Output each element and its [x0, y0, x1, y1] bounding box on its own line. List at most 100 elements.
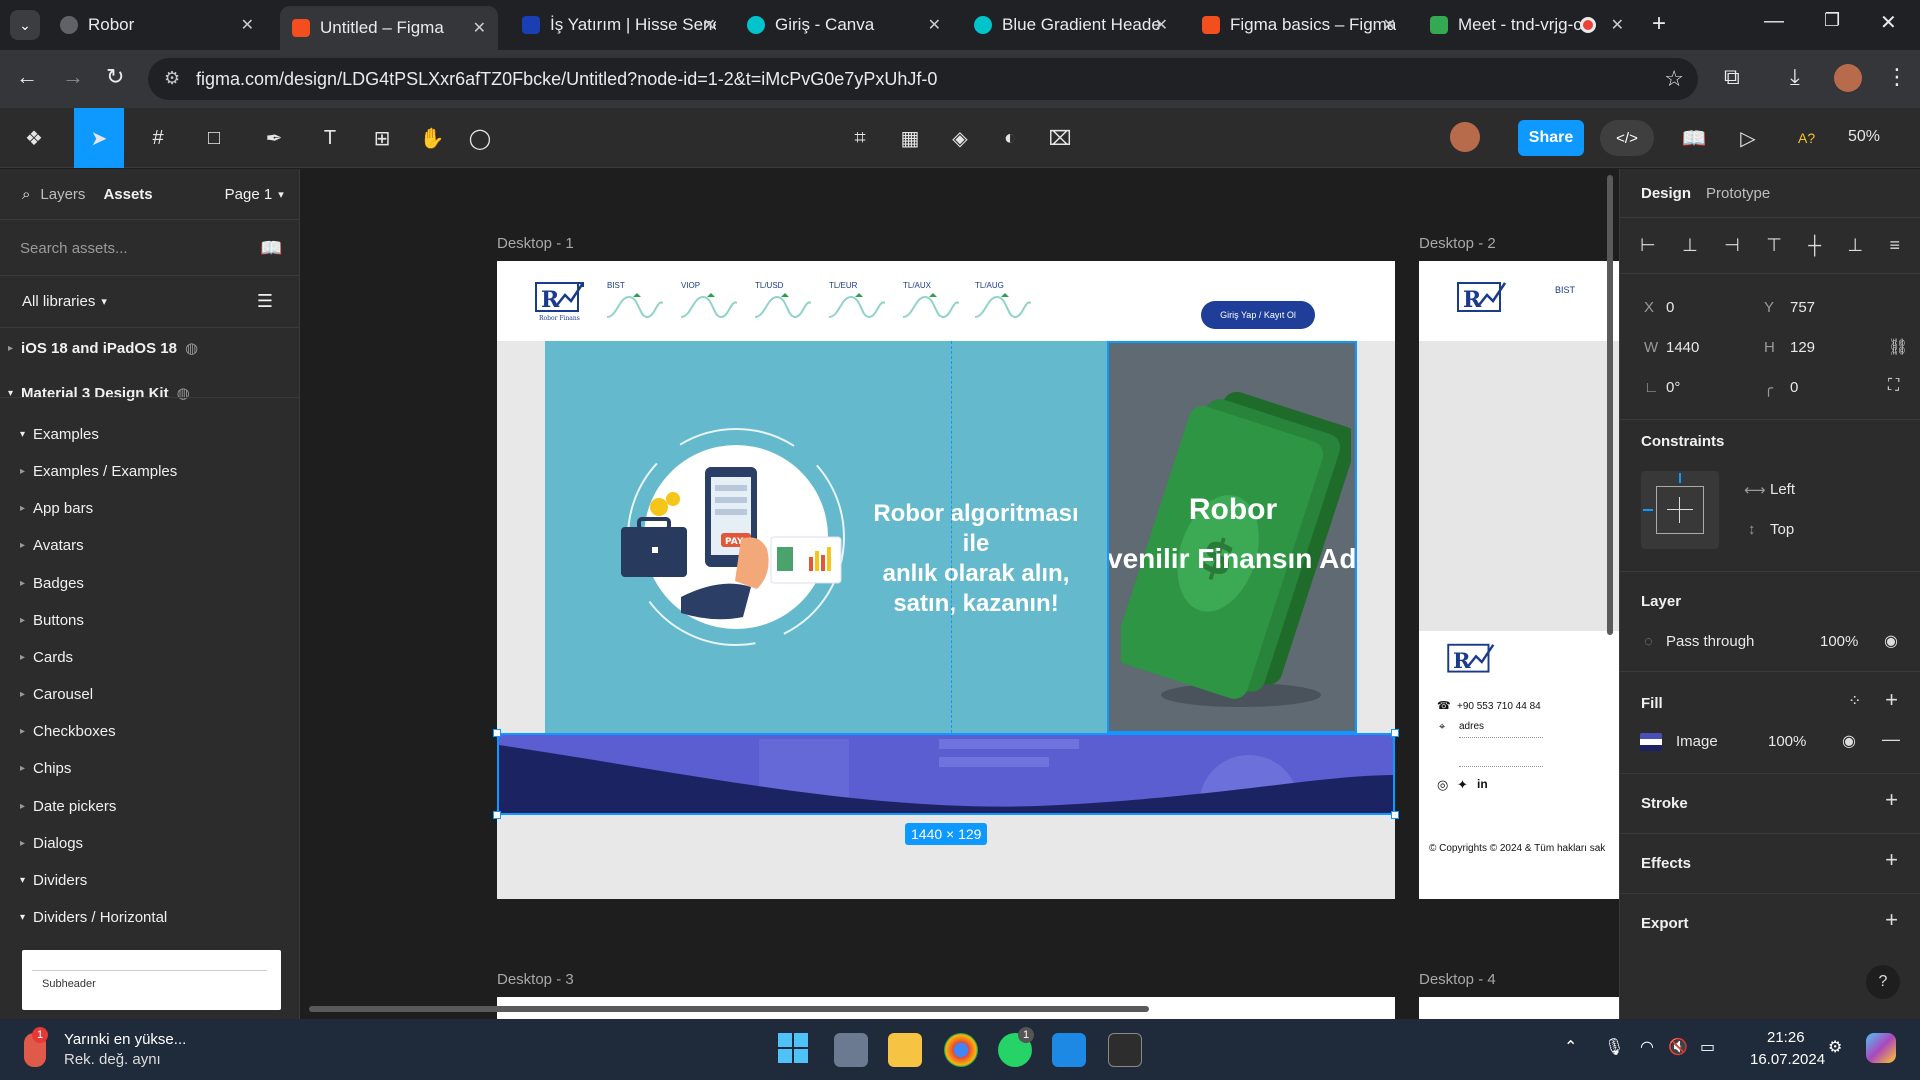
wave-banner-selected[interactable] — [497, 733, 1395, 815]
image-fill-swatch[interactable] — [1640, 733, 1662, 751]
profile-avatar[interactable] — [1834, 64, 1862, 92]
constrain-proportions-icon[interactable]: ⛓ — [1888, 337, 1908, 357]
back-icon[interactable]: ← — [16, 64, 38, 90]
category-carousel[interactable]: ▸ Carousel — [0, 679, 299, 709]
library-filter[interactable]: All libraries — [22, 293, 95, 310]
site-header[interactable]: R Robor Finans BIST VIOP TL/USD TL/EUR TL/AU… — [497, 261, 1395, 341]
distribute-icon[interactable]: ≡ — [1889, 235, 1900, 256]
category-dividers[interactable]: ▾ Dividers — [0, 865, 299, 895]
close-icon[interactable]: ✕ — [473, 18, 486, 38]
mask-icon[interactable]: ◐ — [992, 122, 1028, 154]
text-tool-icon[interactable]: T — [312, 122, 348, 154]
eye-icon[interactable]: ◉ — [1884, 631, 1898, 651]
style-grid-icon[interactable]: ⁘ — [1848, 691, 1861, 711]
volume-muted-icon[interactable]: 🔇 — [1668, 1037, 1688, 1057]
remove-fill-icon[interactable]: — — [1882, 729, 1900, 750]
frame-selection-icon[interactable]: ⌗ — [842, 122, 878, 154]
weather-subline[interactable]: Rek. değ. aynı — [64, 1051, 161, 1068]
close-window-button[interactable]: ✕ — [1880, 10, 1897, 35]
category-cards[interactable]: ▸ Cards — [0, 642, 299, 672]
category-date-pickers[interactable]: ▸ Date pickers — [0, 791, 299, 821]
library-ios18[interactable]: ▸ iOS 18 and iPadOS 18 ◍ — [0, 333, 299, 363]
extensions-icon[interactable]: ⧉ — [1724, 64, 1740, 90]
vscode-icon[interactable] — [1052, 1033, 1086, 1067]
align-middle-v-icon[interactable]: ┼ — [1808, 235, 1821, 256]
wifi-icon[interactable]: ◠ — [1640, 1037, 1654, 1057]
linkedin-icon[interactable]: in — [1477, 777, 1488, 791]
frame-label[interactable]: Desktop - 4 — [1419, 971, 1496, 988]
category-examples-examples[interactable]: ▸ Examples / Examples — [0, 456, 299, 486]
close-icon[interactable]: ✕ — [703, 15, 716, 35]
category-checkboxes[interactable]: ▸ Checkboxes — [0, 716, 299, 746]
comment-tool-icon[interactable]: ◯ — [462, 122, 498, 154]
new-tab-button[interactable]: + — [1652, 10, 1666, 38]
hand-tool-icon[interactable]: ✋ — [414, 122, 450, 154]
hero-banner[interactable]: PAY Robor algoritması ile anlık olarak a… — [545, 341, 1107, 733]
battery-icon[interactable]: ▭ — [1700, 1037, 1715, 1057]
terminal-icon[interactable] — [1108, 1033, 1142, 1067]
tab-search-button[interactable]: ⌄ — [10, 10, 40, 40]
horizontal-scrollbar[interactable] — [309, 1006, 1149, 1012]
pen-tool-icon[interactable]: ✒ — [256, 122, 292, 154]
vertical-constraint-select[interactable]: Top — [1770, 521, 1794, 538]
fill-opacity-input[interactable]: 100% — [1768, 733, 1806, 750]
align-right-icon[interactable]: ⊣ — [1724, 235, 1740, 256]
close-icon[interactable]: ✕ — [1155, 15, 1168, 35]
reload-icon[interactable]: ↻ — [106, 64, 124, 90]
site-settings-icon[interactable]: ⚙ — [164, 68, 180, 89]
close-icon[interactable]: ✕ — [241, 15, 254, 35]
tab-design[interactable]: Design — [1641, 185, 1691, 202]
ai-label[interactable]: A? — [1798, 130, 1815, 146]
resources-tool-icon[interactable]: ⊞ — [364, 122, 400, 154]
add-stroke-icon[interactable]: + — [1885, 787, 1898, 813]
tab-is-yatirim[interactable]: İş Yatırım | Hisse Sene ✕ — [510, 8, 728, 42]
url-field[interactable]: ⚙ figma.com/design/LDG4tPSLXxr6afTZ0Fbck… — [148, 58, 1698, 100]
add-export-icon[interactable]: + — [1885, 907, 1898, 933]
category-chips[interactable]: ▸ Chips — [0, 753, 299, 783]
close-icon[interactable]: ✕ — [928, 15, 941, 35]
clock-date[interactable]: 16.07.2024 — [1750, 1051, 1825, 1068]
chrome-icon[interactable] — [944, 1033, 978, 1067]
library-material3[interactable]: ▾ Material 3 Design Kit ◍ — [0, 378, 299, 408]
list-view-icon[interactable]: ☰ — [257, 291, 273, 312]
rotation-input[interactable]: 0° — [1666, 379, 1680, 396]
constraint-top-marker[interactable] — [1679, 473, 1681, 483]
frame-label[interactable]: Desktop - 3 — [497, 971, 574, 988]
task-view-icon[interactable] — [834, 1033, 868, 1067]
constraint-left-marker[interactable] — [1643, 509, 1653, 511]
share-button[interactable]: Share — [1518, 120, 1584, 156]
category-examples[interactable]: ▾ Examples — [0, 419, 299, 449]
frame-label[interactable]: Desktop - 1 — [497, 235, 574, 252]
h-input[interactable]: 129 — [1790, 339, 1815, 356]
tab-canva-login[interactable]: Giriş - Canva ✕ — [735, 8, 953, 42]
start-button[interactable] — [778, 1033, 808, 1063]
resize-handle[interactable] — [493, 729, 501, 737]
user-avatar[interactable] — [1450, 122, 1480, 152]
layer-opacity-input[interactable]: 100% — [1820, 633, 1858, 650]
x-input[interactable]: 0 — [1666, 299, 1674, 316]
design-canvas[interactable]: Desktop - 1 Desktop - 2 Desktop - 3 Desk… — [301, 169, 1619, 1019]
radius-input[interactable]: 0 — [1790, 379, 1798, 396]
login-register-button[interactable]: Giriş Yap / Kayıt Ol — [1201, 301, 1315, 329]
tab-blue-gradient[interactable]: Blue Gradient Heade ✕ — [962, 8, 1180, 42]
weather-headline[interactable]: Yarınki en yükse... — [64, 1031, 186, 1048]
y-input[interactable]: 757 — [1790, 299, 1815, 316]
close-icon[interactable]: ✕ — [1383, 15, 1396, 35]
category-avatars[interactable]: ▸ Avatars — [0, 530, 299, 560]
tab-meet[interactable]: Meet - tnd-vrjg-c ✕ — [1418, 8, 1636, 42]
frame-tool-icon[interactable]: # — [140, 122, 176, 154]
align-top-icon[interactable]: ⊤ — [1766, 235, 1782, 256]
assets-search-input[interactable]: Search assets... — [20, 240, 260, 257]
resize-handle[interactable] — [493, 811, 501, 819]
file-explorer-icon[interactable] — [888, 1033, 922, 1067]
tab-assets[interactable]: Assets — [103, 186, 152, 203]
eye-icon[interactable]: ◉ — [1842, 731, 1856, 751]
library-icon[interactable]: 📖 — [1676, 122, 1712, 154]
crop-icon[interactable]: ⌧ — [1042, 122, 1078, 154]
show-hidden-icons[interactable]: ⌃ — [1564, 1037, 1577, 1057]
fill-type[interactable]: Image — [1676, 733, 1718, 750]
category-badges[interactable]: ▸ Badges — [0, 568, 299, 598]
frame-desktop-2[interactable]: R BIST R ☎ +90 553 710 44 84 ⌖ adres ◎ ✦… — [1419, 261, 1619, 899]
category-app-bars[interactable]: ▸ App bars — [0, 493, 299, 523]
vertical-scrollbar[interactable] — [1607, 175, 1613, 635]
